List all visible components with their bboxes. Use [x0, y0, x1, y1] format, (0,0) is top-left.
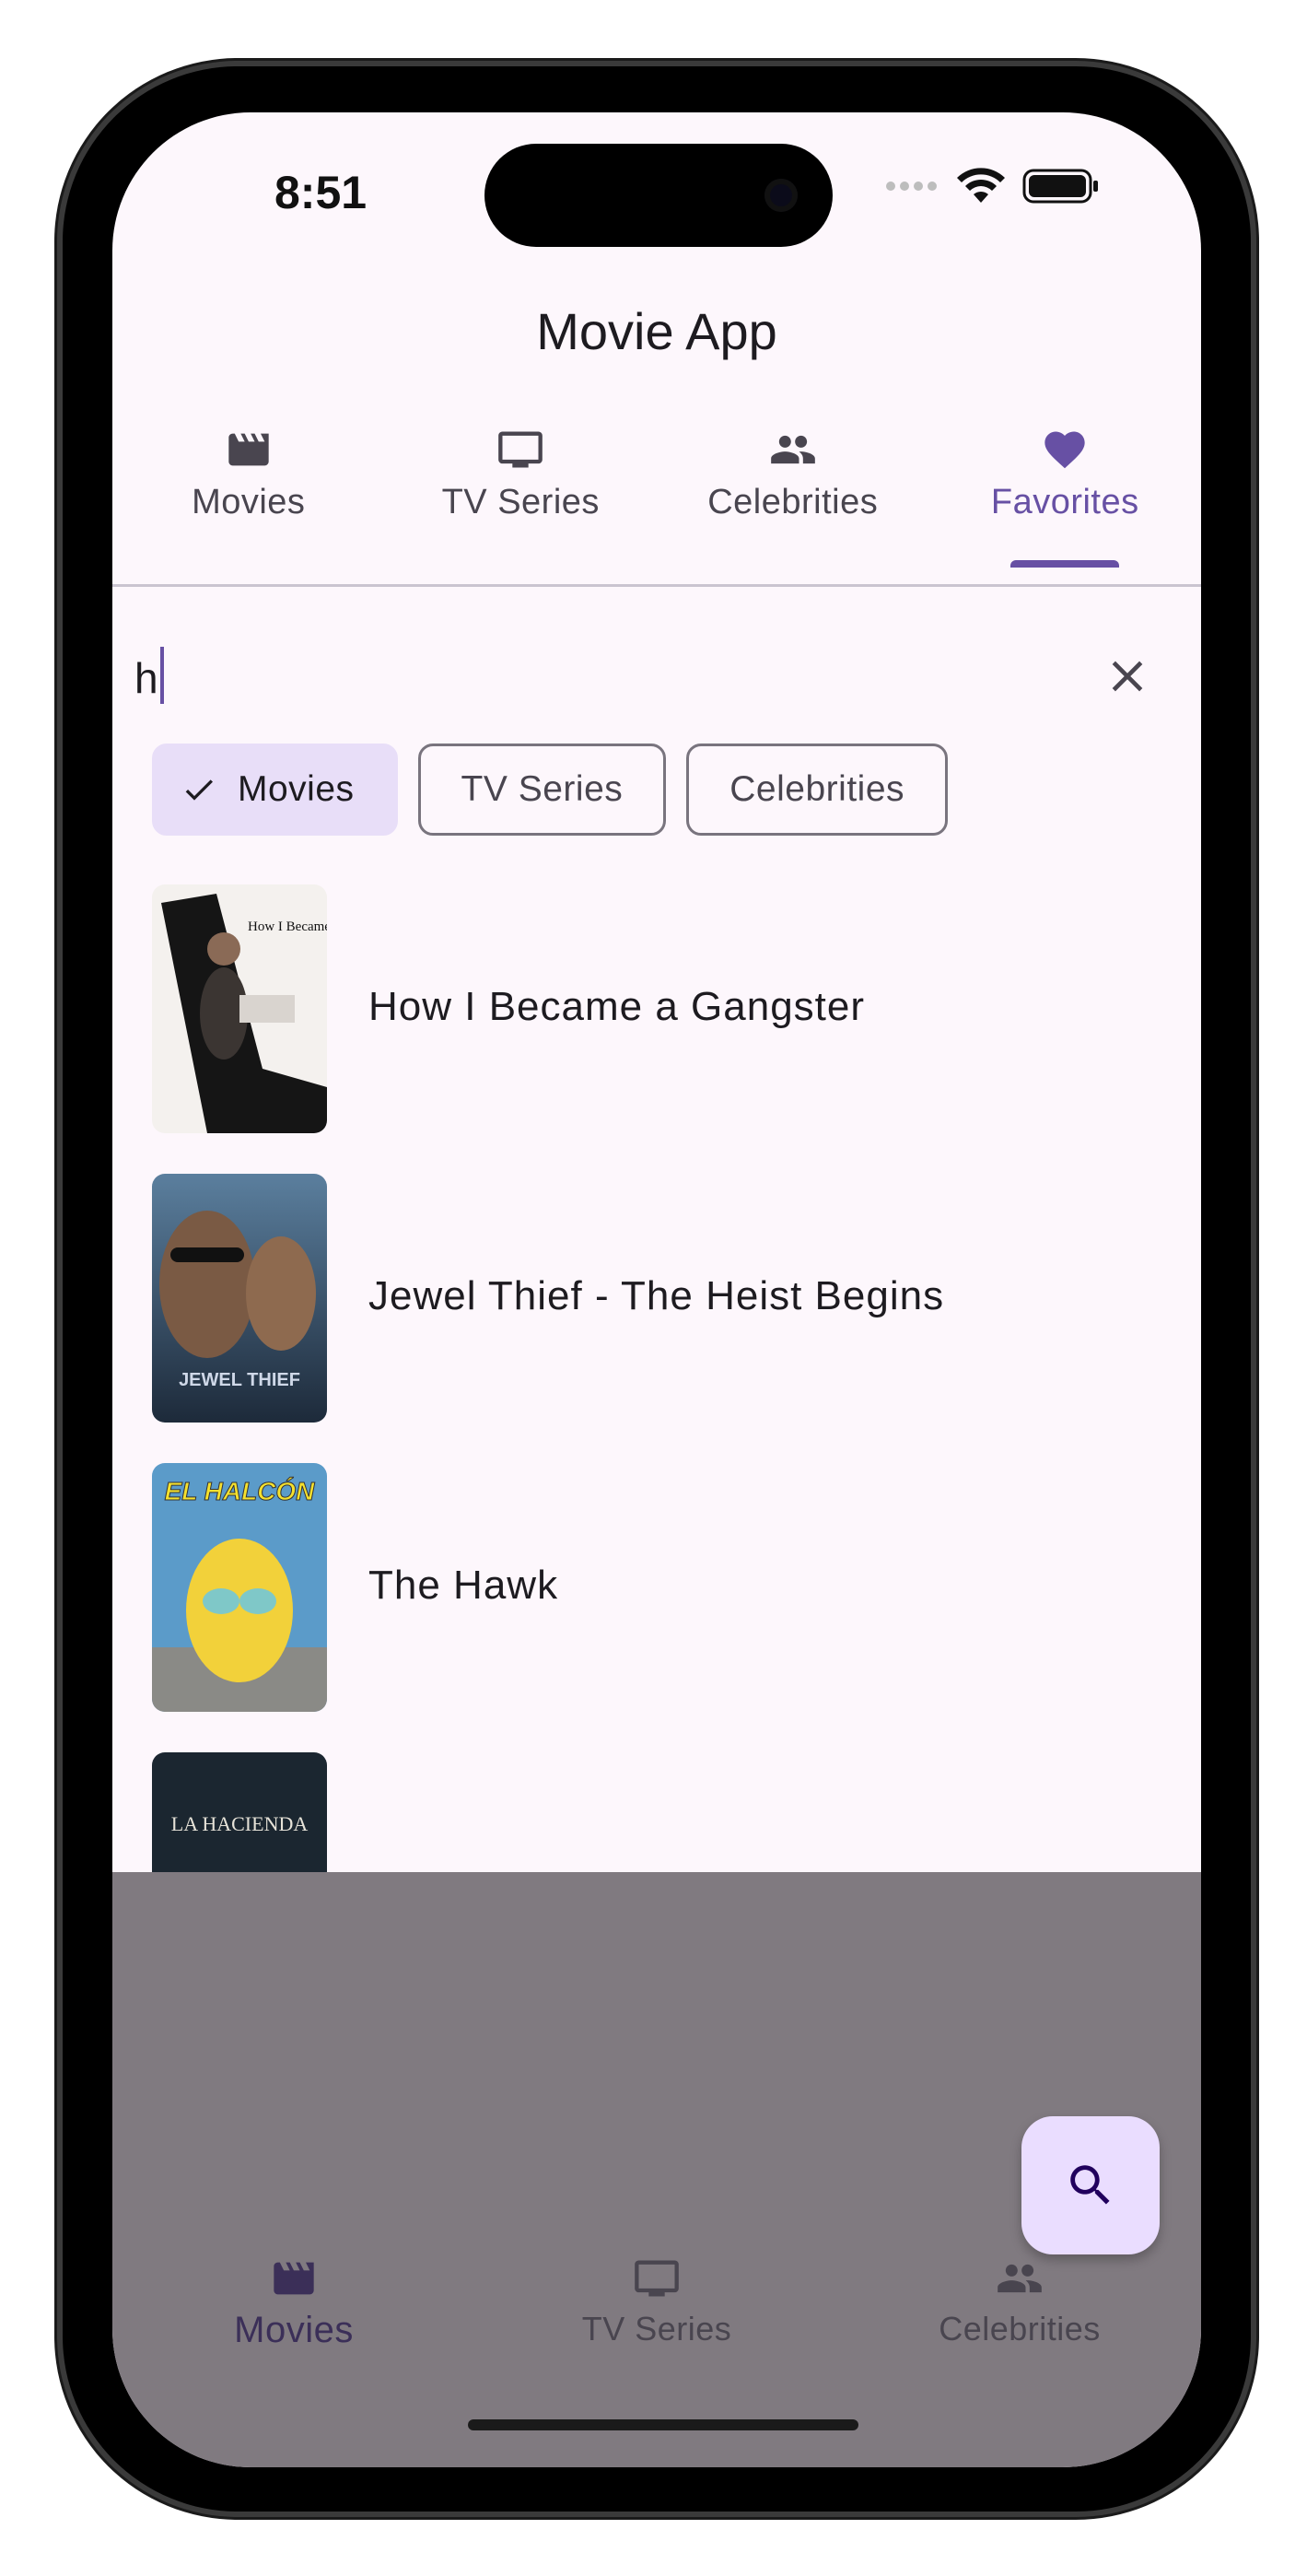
tab-label: TV Series: [441, 483, 600, 521]
chip-label: Movies: [238, 769, 355, 809]
divider: [112, 584, 1201, 587]
active-tab-indicator: [1010, 560, 1120, 568]
dynamic-island: [484, 144, 833, 247]
search-input-value: h: [134, 654, 158, 702]
bottom-navigation: Movies TV Series Celebrities: [112, 2254, 1201, 2402]
app-title: Movie App: [536, 302, 777, 360]
tab-label: Movies: [192, 483, 306, 521]
text-cursor: [159, 647, 164, 704]
poster-text: EL HALCÓN: [165, 1477, 316, 1505]
search-bar: h: [134, 628, 1179, 720]
status-time: 8:51: [274, 167, 368, 218]
tab-movies[interactable]: Movies: [112, 426, 385, 564]
poster-text: JEWEL THIEF: [179, 1370, 300, 1390]
wifi-icon: [957, 168, 1005, 203]
people-icon: [998, 2264, 1042, 2293]
search-fab[interactable]: [1021, 2116, 1160, 2254]
chip-label: Celebrities: [729, 769, 905, 809]
tab-favorites[interactable]: Favorites: [929, 426, 1202, 568]
chip-celebrities[interactable]: Celebrities: [686, 744, 949, 836]
chip-movies[interactable]: Movies: [152, 744, 398, 836]
movie-title: Jewel Thief - The Heist Begins: [368, 1273, 945, 1318]
close-icon: [1112, 661, 1143, 692]
movie-title: How I Became a Gangster: [368, 984, 866, 1029]
results-list: How I Became a GANGSTER How I Became a G…: [112, 884, 1201, 2042]
nav-tv-series[interactable]: TV Series: [475, 2254, 838, 2402]
nav-label: TV Series: [581, 2310, 732, 2348]
top-tab-bar: Movies TV Series Celebrities Favorites: [112, 426, 1202, 568]
filter-chips: Movies TV Series Celebrities: [152, 744, 949, 836]
movie-clapper-icon: [228, 433, 269, 466]
battery-icon: [1022, 169, 1098, 204]
list-item[interactable]: How I Became a GANGSTER How I Became a G…: [112, 884, 1201, 1174]
tab-tv-series[interactable]: TV Series: [385, 426, 658, 564]
nav-label: Celebrities: [939, 2310, 1101, 2348]
movie-clapper-icon: [274, 2262, 314, 2295]
movie-poster: How I Became a GANGSTER: [152, 884, 327, 1133]
nav-label: Movies: [234, 2310, 354, 2350]
list-item[interactable]: JEWEL THIEF Jewel Thief - The Heist Begi…: [112, 1174, 1201, 1463]
status-icons: [884, 168, 1100, 205]
nav-celebrities[interactable]: Celebrities: [838, 2254, 1201, 2402]
nav-movies[interactable]: Movies: [112, 2254, 475, 2402]
tab-celebrities[interactable]: Celebrities: [657, 426, 929, 564]
home-indicator[interactable]: [468, 2419, 858, 2430]
people-icon: [770, 435, 815, 464]
chip-label: TV Series: [461, 769, 624, 809]
check-icon: [181, 771, 217, 808]
list-item[interactable]: EL HALCÓN The Hawk: [112, 1463, 1201, 1752]
movie-poster: EL HALCÓN: [152, 1463, 327, 1712]
heart-icon: [1044, 431, 1085, 469]
chip-tv-series[interactable]: TV Series: [417, 744, 667, 836]
poster-text: LA HACIENDA: [171, 1812, 309, 1835]
movie-poster: JEWEL THIEF: [152, 1174, 327, 1423]
screen: 8:51 Movie App Movies TV Series Celebrit…: [112, 112, 1201, 2467]
tab-label: Celebrities: [707, 483, 879, 521]
tab-label: Favorites: [990, 483, 1139, 521]
signal-dots-icon: [886, 181, 937, 191]
search-icon: [1070, 2165, 1110, 2205]
tv-icon: [635, 2260, 679, 2297]
clear-button[interactable]: [1102, 650, 1153, 702]
camera-icon: [764, 179, 798, 212]
search-input[interactable]: h: [134, 647, 164, 704]
tv-icon: [498, 431, 543, 468]
poster-text: How I Became a GANGSTER: [248, 919, 327, 934]
movie-title: The Hawk: [368, 1563, 559, 1608]
